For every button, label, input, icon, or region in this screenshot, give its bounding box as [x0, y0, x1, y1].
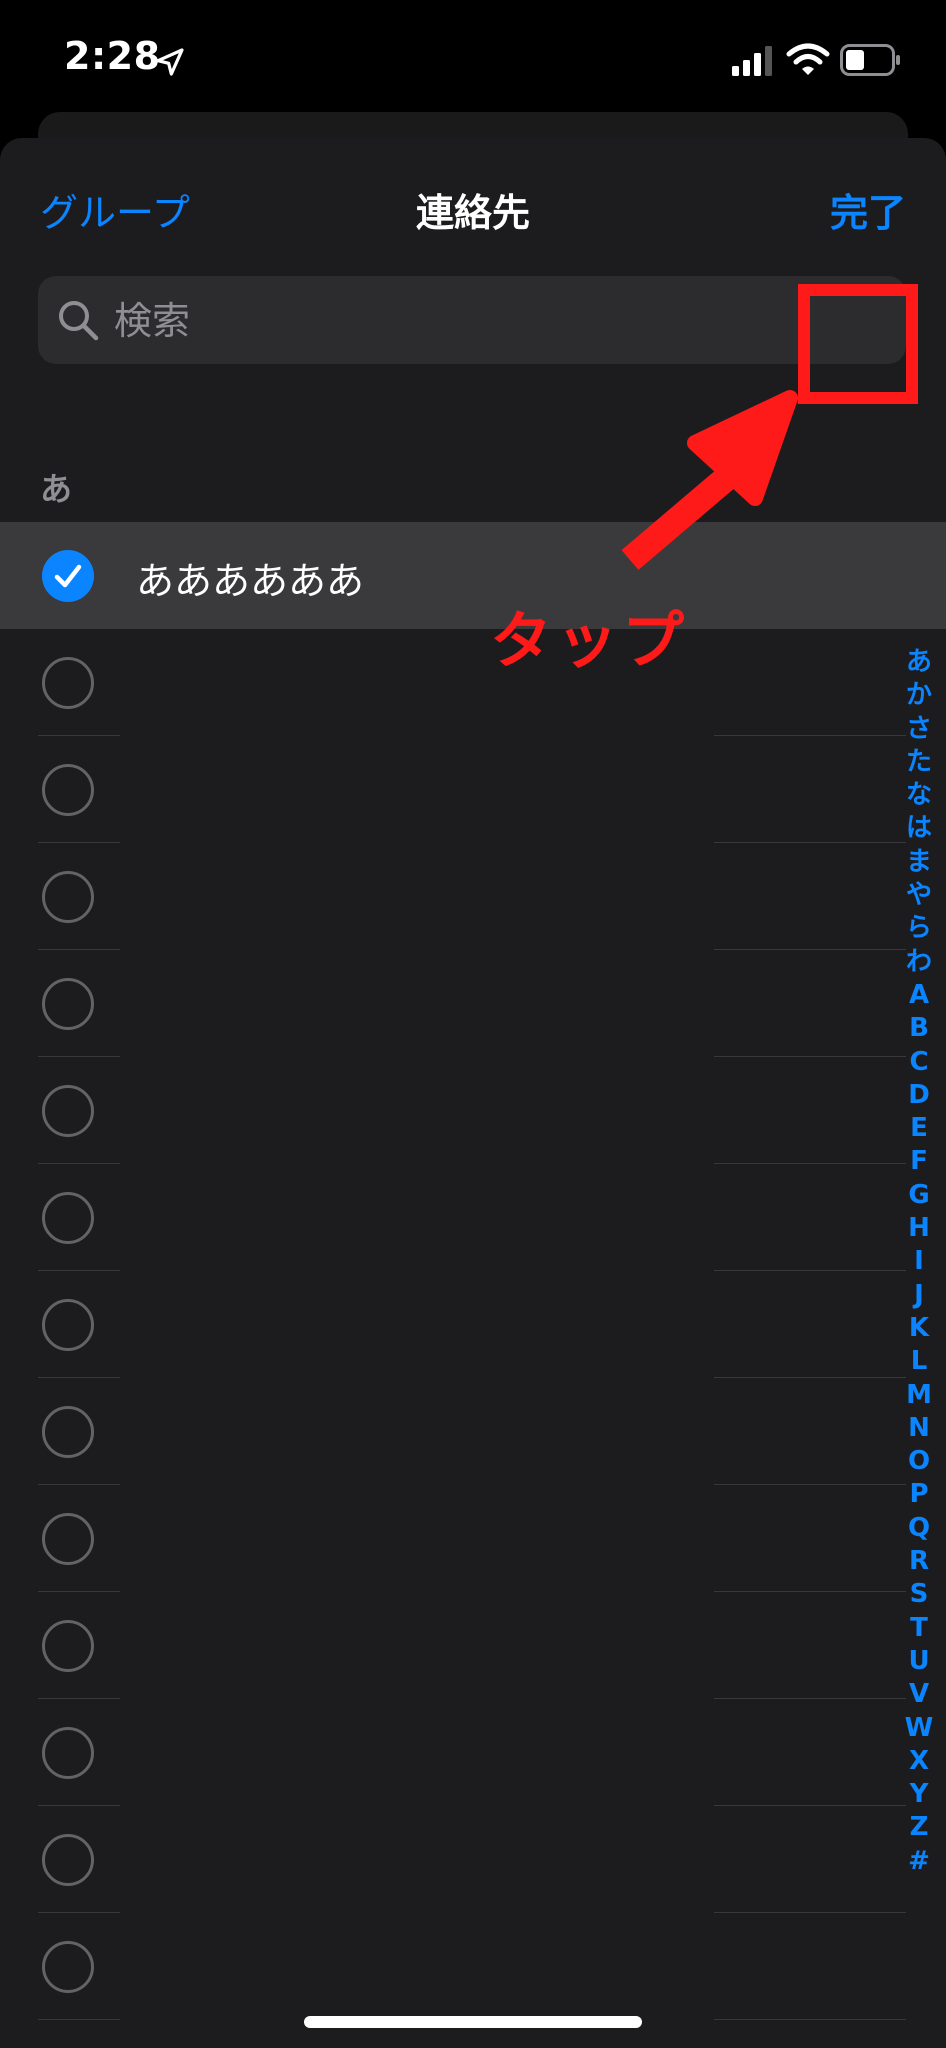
unselected-circle-icon[interactable]	[42, 1727, 94, 1779]
contact-row[interactable]	[0, 1592, 946, 1699]
index-letter[interactable]: Z	[898, 1811, 940, 1844]
index-letter[interactable]: Y	[898, 1778, 940, 1811]
index-letter[interactable]: H	[898, 1212, 940, 1245]
done-button[interactable]: 完了	[830, 182, 906, 237]
contact-row[interactable]	[0, 1699, 946, 1806]
location-arrow-icon	[156, 48, 184, 76]
unselected-circle-icon[interactable]	[42, 871, 94, 923]
index-letter[interactable]: P	[898, 1478, 940, 1511]
index-letter[interactable]: W	[898, 1712, 940, 1745]
index-letter[interactable]: I	[898, 1245, 940, 1278]
contact-row[interactable]	[0, 950, 946, 1057]
index-letter[interactable]: か	[898, 679, 940, 712]
index-letter[interactable]: A	[898, 979, 940, 1012]
unselected-circle-icon[interactable]	[42, 1620, 94, 1672]
checkmark-selected-icon[interactable]	[42, 550, 94, 602]
cellular-signal-icon	[732, 46, 772, 76]
index-letter[interactable]: や	[898, 879, 940, 912]
index-letter[interactable]: X	[898, 1745, 940, 1778]
index-letter[interactable]: #	[898, 1845, 940, 1878]
page-title: 連絡先	[415, 191, 530, 235]
contact-row[interactable]	[0, 629, 946, 736]
unselected-circle-icon[interactable]	[42, 764, 94, 816]
annotation-tap-label: タップ	[490, 604, 689, 677]
row-divider	[38, 2019, 120, 2020]
search-bar[interactable]	[38, 276, 906, 366]
contact-row[interactable]	[0, 1164, 946, 1271]
unselected-circle-icon[interactable]	[42, 1085, 94, 1137]
battery-icon	[840, 44, 900, 76]
unselected-circle-icon[interactable]	[42, 657, 94, 709]
index-letter[interactable]: Q	[898, 1512, 940, 1545]
unselected-circle-icon[interactable]	[42, 1834, 94, 1886]
index-letter[interactable]: C	[898, 1046, 940, 1079]
index-letter[interactable]: R	[898, 1545, 940, 1578]
index-letter[interactable]: た	[898, 746, 940, 779]
contact-name: ああああああ	[136, 559, 365, 603]
contact-row[interactable]	[0, 1485, 946, 1592]
index-letter[interactable]: ま	[898, 846, 940, 879]
row-divider	[714, 2019, 906, 2020]
index-letter[interactable]: V	[898, 1678, 940, 1711]
index-letter[interactable]: F	[898, 1145, 940, 1178]
index-letter[interactable]: D	[898, 1079, 940, 1112]
index-letter[interactable]: E	[898, 1112, 940, 1145]
unselected-circle-icon[interactable]	[42, 1299, 94, 1351]
status-bar: 2:28	[0, 0, 946, 120]
index-letter[interactable]: T	[898, 1612, 940, 1645]
contact-row[interactable]	[0, 1271, 946, 1378]
home-indicator	[304, 2016, 642, 2028]
index-letter[interactable]: L	[898, 1345, 940, 1378]
contact-row[interactable]	[0, 1806, 946, 1913]
index-letter[interactable]: B	[898, 1012, 940, 1045]
unselected-circle-icon[interactable]	[42, 1406, 94, 1458]
unselected-circle-icon[interactable]	[42, 1513, 94, 1565]
search-icon	[59, 301, 99, 341]
search-input[interactable]	[112, 276, 876, 366]
index-letter[interactable]: G	[898, 1179, 940, 1212]
contacts-sheet: グループ 連絡先 完了 あ ああああああ あかさたなはまやらわABCDEFGHI…	[0, 138, 946, 2048]
index-letter[interactable]: あ	[898, 646, 940, 679]
index-letter[interactable]: S	[898, 1578, 940, 1611]
annotation-arrow-icon	[621, 390, 798, 570]
index-letter[interactable]: わ	[898, 946, 940, 979]
unselected-circle-icon[interactable]	[42, 1941, 94, 1993]
contact-row[interactable]	[0, 1057, 946, 1164]
annotation-highlight-box	[798, 284, 918, 404]
index-letter[interactable]: M	[898, 1379, 940, 1412]
index-letter[interactable]: N	[898, 1412, 940, 1445]
section-header: あ	[40, 470, 73, 508]
wifi-icon	[786, 43, 830, 75]
index-letter[interactable]: U	[898, 1645, 940, 1678]
index-letter[interactable]: は	[898, 812, 940, 845]
index-letter[interactable]: K	[898, 1312, 940, 1345]
index-letter[interactable]: J	[898, 1279, 940, 1312]
index-letter[interactable]: な	[898, 779, 940, 812]
contact-row[interactable]	[0, 843, 946, 950]
unselected-circle-icon[interactable]	[42, 978, 94, 1030]
contact-row[interactable]	[0, 1378, 946, 1485]
contact-row[interactable]	[0, 1913, 946, 2020]
index-letter[interactable]: ら	[898, 912, 940, 945]
status-time: 2:28	[64, 34, 161, 78]
section-index[interactable]: あかさたなはまやらわ A B C D E F G H I J K L M N O P Q R S T U V W X Y Z #	[898, 646, 940, 1878]
unselected-circle-icon[interactable]	[42, 1192, 94, 1244]
index-letter[interactable]: さ	[898, 713, 940, 746]
contact-row[interactable]	[0, 736, 946, 843]
index-letter[interactable]: O	[898, 1445, 940, 1478]
